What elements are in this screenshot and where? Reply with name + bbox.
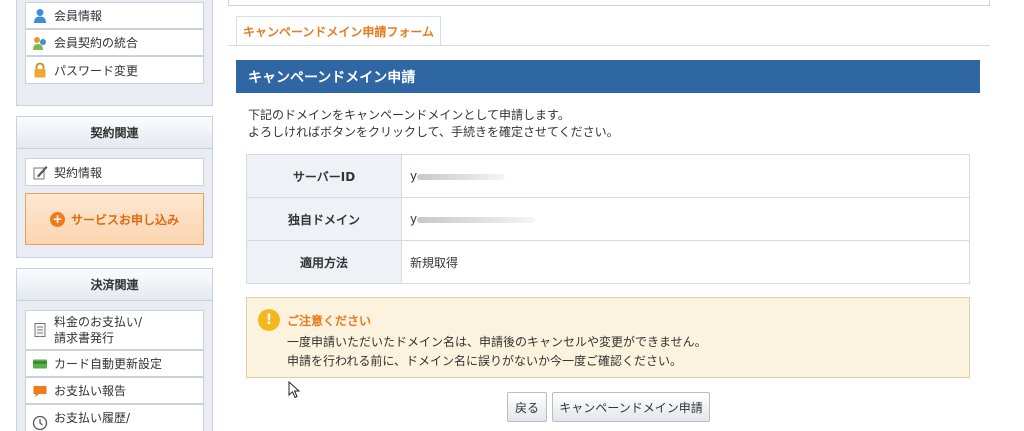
description: 下記のドメインをキャンペーンドメインとして申請します。 よろしければボタンをクリ… bbox=[248, 107, 619, 141]
notice-line2: 申請を行われる前に、ドメイン名に誤りがないか今一度ご確認ください。 bbox=[287, 354, 683, 368]
sidebar-item-label: カード自動更新設定 bbox=[54, 357, 163, 371]
domain-info-table: サーバーID y 独自ドメイン y 適用方法 新規取得 bbox=[246, 154, 970, 284]
sidebar-item-payment-invoice[interactable]: 料金のお支払い/ 請求書発行 bbox=[25, 310, 204, 350]
sidebar-item-password[interactable]: パスワード変更 bbox=[25, 56, 204, 84]
invoice-icon bbox=[32, 322, 48, 338]
tab-campaign-domain-form[interactable]: キャンペーンドメイン申請フォーム bbox=[236, 16, 441, 46]
merge-users-icon bbox=[32, 35, 48, 51]
service-apply-button[interactable]: + サービスお申し込み bbox=[25, 193, 204, 245]
contract-menu: 契約関連 契約情報 + サービスお申し込み bbox=[16, 116, 213, 258]
sidebar-item-contract-info[interactable]: 契約情報 bbox=[25, 158, 204, 186]
lock-icon bbox=[32, 62, 48, 78]
table-row: 独自ドメイン y bbox=[246, 197, 970, 241]
sidebar-item-member-info[interactable]: 会員情報 bbox=[25, 2, 204, 29]
credit-card-icon bbox=[32, 356, 48, 372]
server-id-label: サーバーID bbox=[246, 154, 402, 198]
top-panel-edge bbox=[228, 0, 990, 6]
notice-title: ご注意ください bbox=[287, 314, 372, 328]
mouse-cursor-icon bbox=[288, 381, 301, 399]
user-icon bbox=[32, 8, 48, 24]
label-line2: 請求書発行 bbox=[54, 331, 115, 345]
table-row: 適用方法 新規取得 bbox=[246, 240, 970, 284]
payment-menu: 決済関連 料金のお支払い/ 請求書発行 カード自動更新設定 お支払い報告 お支払… bbox=[16, 268, 213, 431]
apply-method-label: 適用方法 bbox=[246, 240, 402, 284]
service-apply-label: サービスお申し込み bbox=[70, 212, 179, 227]
back-button[interactable]: 戻る bbox=[507, 392, 547, 422]
partial-icon bbox=[32, 0, 48, 1]
plus-circle-icon: + bbox=[49, 211, 65, 227]
sidebar-item-label: パスワード変更 bbox=[54, 63, 139, 78]
description-line1: 下記のドメインをキャンペーンドメインとして申請します。 bbox=[248, 108, 570, 122]
domain-label: 独自ドメイン bbox=[246, 197, 402, 241]
sidebar-item-payment-history[interactable]: お支払い履歴/ bbox=[25, 404, 204, 431]
table-row: サーバーID y bbox=[246, 154, 970, 198]
sidebar: 会員情報 会員契約の統合 パスワード変更 契約関連 契約情報 + サービスお申し… bbox=[0, 0, 222, 431]
warning-icon: ! bbox=[258, 309, 280, 331]
label-line1: 料金のお支払い/ bbox=[54, 315, 143, 329]
notice-text: 一度申請いただいたドメイン名は、申請後のキャンセルや変更ができません。 申請を行… bbox=[287, 333, 707, 371]
sidebar-item-label: お支払い報告 bbox=[54, 384, 127, 398]
sidebar-item-payment-report[interactable]: お支払い報告 bbox=[25, 377, 204, 404]
description-line2: よろしければボタンをクリックして、手続きを確定させてください。 bbox=[248, 125, 619, 139]
redacted-blur bbox=[417, 173, 506, 180]
account-menu: 会員情報 会員契約の統合 パスワード変更 bbox=[16, 0, 213, 106]
sidebar-item-label: 会員契約の統合 bbox=[54, 36, 139, 50]
domain-text: y bbox=[410, 212, 418, 226]
campaign-domain-apply-button[interactable]: キャンペーンドメイン申請 bbox=[552, 392, 710, 422]
redacted-blur bbox=[417, 216, 536, 223]
sidebar-item-label: 料金のお支払い/ 請求書発行 bbox=[54, 314, 142, 346]
apply-method-value: 新規取得 bbox=[401, 240, 970, 284]
server-id-text: y bbox=[410, 169, 418, 183]
page-title: キャンペーンドメイン申請 bbox=[236, 60, 980, 93]
sidebar-item-label: 契約情報 bbox=[54, 165, 103, 180]
pen-document-icon bbox=[32, 164, 48, 180]
payment-header: 決済関連 bbox=[17, 269, 212, 301]
contract-header: 契約関連 bbox=[17, 117, 212, 149]
caution-notice: ! ご注意ください 一度申請いただいたドメイン名は、申請後のキャンセルや変更がで… bbox=[246, 297, 970, 378]
domain-value: y bbox=[401, 197, 970, 241]
chat-icon bbox=[32, 383, 48, 399]
clock-icon bbox=[32, 415, 48, 431]
sidebar-item-label: 会員情報 bbox=[54, 9, 103, 23]
notice-line1: 一度申請いただいたドメイン名は、申請後のキャンセルや変更ができません。 bbox=[287, 335, 707, 349]
tab-divider bbox=[228, 45, 990, 46]
sidebar-item-card-auto-renew[interactable]: カード自動更新設定 bbox=[25, 350, 204, 377]
server-id-value: y bbox=[401, 154, 970, 198]
sidebar-item-label: お支払い履歴/ bbox=[54, 411, 131, 425]
sidebar-item-merge-contract[interactable]: 会員契約の統合 bbox=[25, 29, 204, 56]
